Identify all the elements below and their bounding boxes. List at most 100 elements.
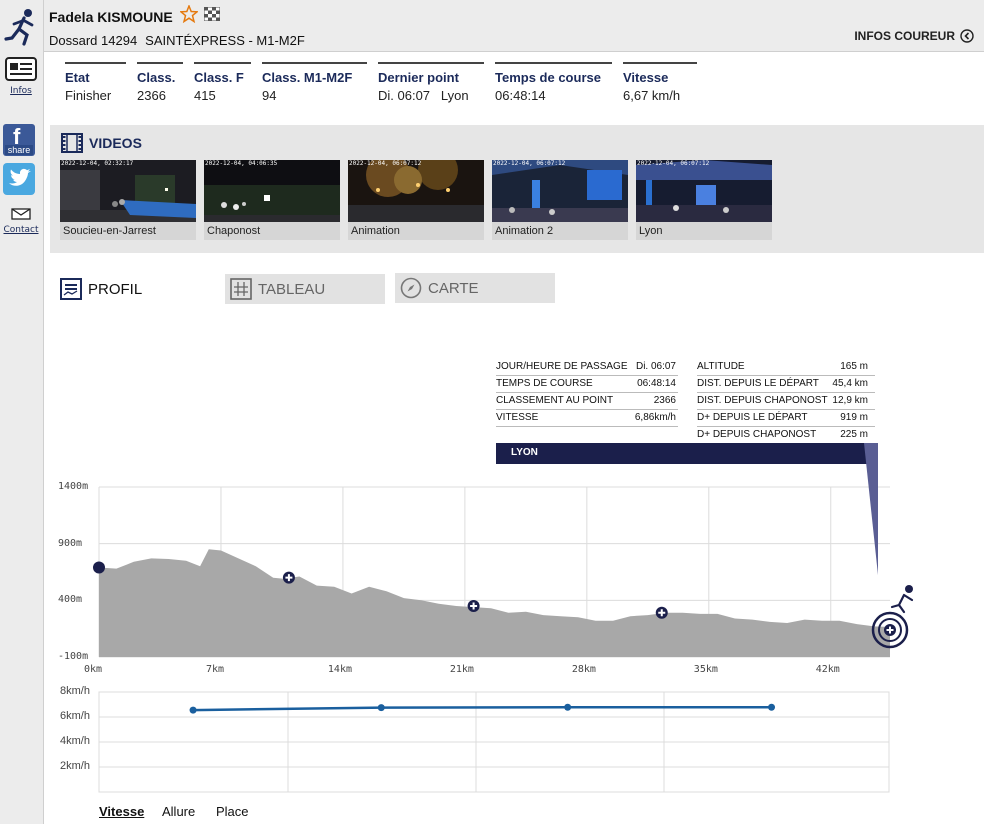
elevation-x-tick-label: 35km — [693, 664, 718, 675]
video-thumb-chaponost[interactable]: 2022-12-04, 04:06:35 Chaponost — [204, 160, 340, 240]
profile-chart-icon — [60, 278, 82, 300]
runner-name: Fadela KISMOUNE — [49, 9, 173, 25]
share-label: share — [5, 145, 33, 155]
stat-class-f: Class. F 415 — [194, 62, 251, 103]
info-divider — [496, 375, 678, 376]
videos-title-text: VIDEOS — [89, 135, 142, 151]
tab-carte-label: CARTE — [428, 279, 479, 297]
checkered-flag-icon[interactable] — [204, 7, 220, 21]
info-value: Di. 06:07 — [635, 361, 676, 372]
video-caption: Chaponost — [204, 222, 340, 240]
video-thumbnail-image — [204, 160, 340, 222]
elevation-x-tick-label: 21km — [449, 664, 474, 675]
stat-value: 6,67 km/h — [623, 88, 681, 103]
elevation-x-tick-label: 28km — [571, 664, 596, 675]
checkpoint-marker[interactable] — [282, 571, 295, 584]
stat-value: Di. 06:07 Lyon — [378, 88, 469, 103]
stat-value: 06:48:14 — [495, 88, 546, 103]
info-value: 12,9 km — [832, 395, 868, 406]
checkpoint-name-bar: LYON — [496, 443, 878, 464]
speed-chart-frame — [98, 691, 890, 793]
stat-label: Class. M1-M2F — [262, 70, 353, 85]
speed-line — [193, 706, 772, 712]
elevation-y-tick-label: 400m — [58, 594, 83, 606]
video-thumbnails: 2022-12-04, 02:32:17 Soucieu-en-Jarrest … — [60, 160, 772, 240]
info-label: VITESSE — [496, 412, 539, 423]
elevation-x-tick-label: 0km — [84, 664, 103, 675]
stat-etat: Etat Finisher — [65, 62, 126, 103]
stat-vitesse: Vitesse 6,67 km/h — [623, 62, 697, 103]
tab-tableau-label: TABLEAU — [258, 280, 326, 298]
facebook-share-button[interactable]: f share — [3, 124, 35, 156]
stat-label: Class. — [137, 70, 176, 85]
video-thumb-animation[interactable]: 2022-12-04, 06:07:12 Animation — [348, 160, 484, 240]
compass-icon — [400, 277, 422, 299]
tab-carte[interactable]: CARTE — [395, 273, 555, 303]
info-divider — [697, 375, 875, 376]
video-caption: Soucieu-en-Jarrest — [60, 222, 196, 240]
dossard-number: Dossard 14294 — [49, 33, 138, 48]
video-timestamp: 2022-12-04, 02:32:17 — [61, 160, 134, 167]
info-label: D+ DEPUIS LE DÉPART — [697, 412, 808, 423]
tab-allure[interactable]: Allure — [162, 804, 195, 819]
twitter-button[interactable] — [3, 163, 35, 195]
info-divider — [697, 409, 875, 410]
contact-button[interactable]: Contact — [3, 205, 39, 235]
speed-point[interactable] — [564, 703, 572, 711]
elevation-y-tick-label: -100m — [58, 651, 89, 662]
video-thumbnail-image — [348, 160, 484, 222]
video-thumbnail-image — [60, 160, 196, 222]
id-card-icon — [5, 57, 37, 81]
info-divider — [496, 426, 678, 427]
speed-point[interactable] — [768, 703, 776, 711]
tab-place[interactable]: Place — [216, 804, 249, 819]
runner-logo-icon — [4, 9, 34, 46]
runner-subtitle: Dossard 14294 SAINTÉXPRESS - M1-M2F — [49, 33, 305, 48]
info-label: TEMPS DE COURSE — [496, 378, 593, 389]
grid-table-icon — [230, 278, 252, 300]
stat-value: 415 — [194, 88, 216, 103]
info-divider — [496, 392, 678, 393]
info-value: 45,4 km — [832, 378, 868, 389]
infos-coureur-link[interactable]: INFOS COUREUR — [854, 29, 974, 43]
star-favorite-icon[interactable] — [180, 5, 198, 23]
video-thumbnail-image — [492, 160, 628, 222]
contact-label: Contact — [3, 225, 39, 235]
stats-row: Etat Finisher Class. 2366 Class. F 415 C… — [65, 62, 708, 103]
video-thumb-lyon[interactable]: 2022-12-04, 06:07:12 Lyon — [636, 160, 772, 240]
speed-point[interactable] — [189, 706, 197, 714]
stat-label: Etat — [65, 70, 90, 85]
video-caption: Animation 2 — [492, 222, 628, 240]
speed-point[interactable] — [377, 704, 385, 712]
video-caption: Animation — [348, 222, 484, 240]
stat-label: Temps de course — [495, 70, 601, 85]
tab-vitesse[interactable]: Vitesse — [99, 804, 144, 819]
video-thumbnail-image — [636, 160, 772, 222]
info-value: 919 m — [840, 412, 868, 423]
tab-profil-label: PROFIL — [88, 280, 143, 298]
info-divider — [496, 409, 678, 410]
video-thumb-soucieu[interactable]: 2022-12-04, 02:32:17 Soucieu-en-Jarrest — [60, 160, 196, 240]
finish-point-marker[interactable] — [884, 624, 896, 636]
info-value: 06:48:14 — [637, 378, 676, 389]
stat-label: Class. F — [194, 70, 244, 85]
info-value: 6,86km/h — [634, 412, 676, 423]
stat-value: 2366 — [137, 88, 166, 103]
tab-profil[interactable]: PROFIL — [60, 274, 142, 304]
circle-arrow-left-icon — [960, 29, 974, 43]
twitter-bird-icon — [9, 168, 31, 186]
start-point-marker[interactable] — [93, 561, 105, 574]
video-thumb-animation-2[interactable]: 2022-12-04, 06:07:12 Animation 2 — [492, 160, 628, 240]
envelope-icon — [11, 208, 31, 220]
video-caption: Lyon — [636, 222, 772, 240]
video-timestamp: 2022-12-04, 06:07:12 — [349, 160, 422, 167]
speed-y-tick-label: 2km/h — [60, 760, 90, 772]
speed-y-tick-label: 4km/h — [60, 735, 90, 747]
infos-button[interactable]: Infos — [3, 57, 39, 96]
checkpoint-marker[interactable] — [655, 606, 668, 619]
infos-label: Infos — [10, 86, 32, 96]
tab-tableau[interactable]: TABLEAU — [225, 274, 385, 304]
video-timestamp: 2022-12-04, 04:06:35 — [205, 160, 278, 167]
elevation-x-tick-label: 7km — [205, 664, 225, 675]
checkpoint-marker[interactable] — [467, 600, 480, 612]
